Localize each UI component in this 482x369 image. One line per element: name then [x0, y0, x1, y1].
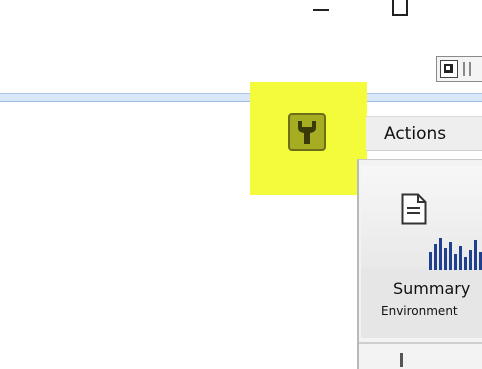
toolbar-separator	[463, 62, 465, 76]
tile-divider	[359, 342, 482, 344]
next-item-icon	[400, 353, 403, 367]
minimize-icon	[313, 9, 329, 11]
restore-icon[interactable]	[440, 60, 458, 78]
tile-subtitle: Environment	[381, 304, 458, 318]
minimize-button[interactable]	[306, 0, 336, 22]
actions-label: Actions	[384, 124, 447, 144]
toolbar-separator	[469, 62, 471, 76]
actions-panel: Summary Environment	[357, 159, 482, 369]
summary-environment-tile[interactable]: Summary Environment	[361, 166, 482, 338]
settings-wrench-button[interactable]	[288, 113, 326, 151]
document-icon	[401, 193, 427, 225]
tile-title: Summary	[393, 279, 471, 298]
maximize-button[interactable]	[387, 0, 417, 22]
actions-tab[interactable]: Actions	[366, 116, 482, 151]
bar-chart-icon	[429, 238, 482, 270]
wrench-icon	[298, 121, 316, 144]
toolbar-icons	[436, 56, 482, 82]
ribbon-separator	[0, 93, 482, 102]
maximize-icon	[392, 0, 408, 16]
